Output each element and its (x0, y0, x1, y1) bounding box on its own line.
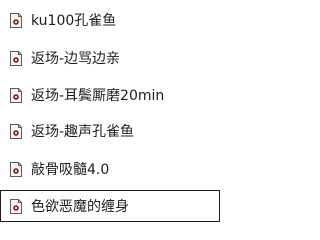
audio-file-icon (9, 199, 23, 214)
file-item-selected[interactable]: 色欲恶魔的缠身 (0, 190, 220, 222)
file-item[interactable]: 返场-边骂边亲 (0, 42, 220, 74)
audio-file-icon (9, 51, 23, 66)
file-item[interactable]: 返场-耳鬓厮磨20min (0, 79, 220, 111)
file-name: ku100孔雀鱼 (31, 13, 117, 29)
file-name: 敲骨吸髓4.0 (31, 162, 110, 178)
file-name: 返场-边骂边亲 (31, 51, 121, 67)
file-name: 返场-耳鬓厮磨20min (31, 88, 165, 104)
file-name: 返场-趣声孔雀鱼 (31, 124, 135, 140)
file-item[interactable]: ku100孔雀鱼 (0, 4, 220, 36)
audio-file-icon (9, 13, 23, 28)
file-list: ku100孔雀鱼 返场-边骂边亲 返场-耳鬓厮磨20min 返场-趣声孔雀鱼 敲… (0, 0, 222, 236)
audio-file-icon (9, 88, 23, 103)
audio-file-icon (9, 124, 23, 139)
file-name: 色欲恶魔的缠身 (31, 199, 129, 215)
file-item[interactable]: 敲骨吸髓4.0 (0, 153, 220, 185)
file-item[interactable]: 返场-趣声孔雀鱼 (0, 115, 220, 147)
audio-file-icon (9, 162, 23, 177)
